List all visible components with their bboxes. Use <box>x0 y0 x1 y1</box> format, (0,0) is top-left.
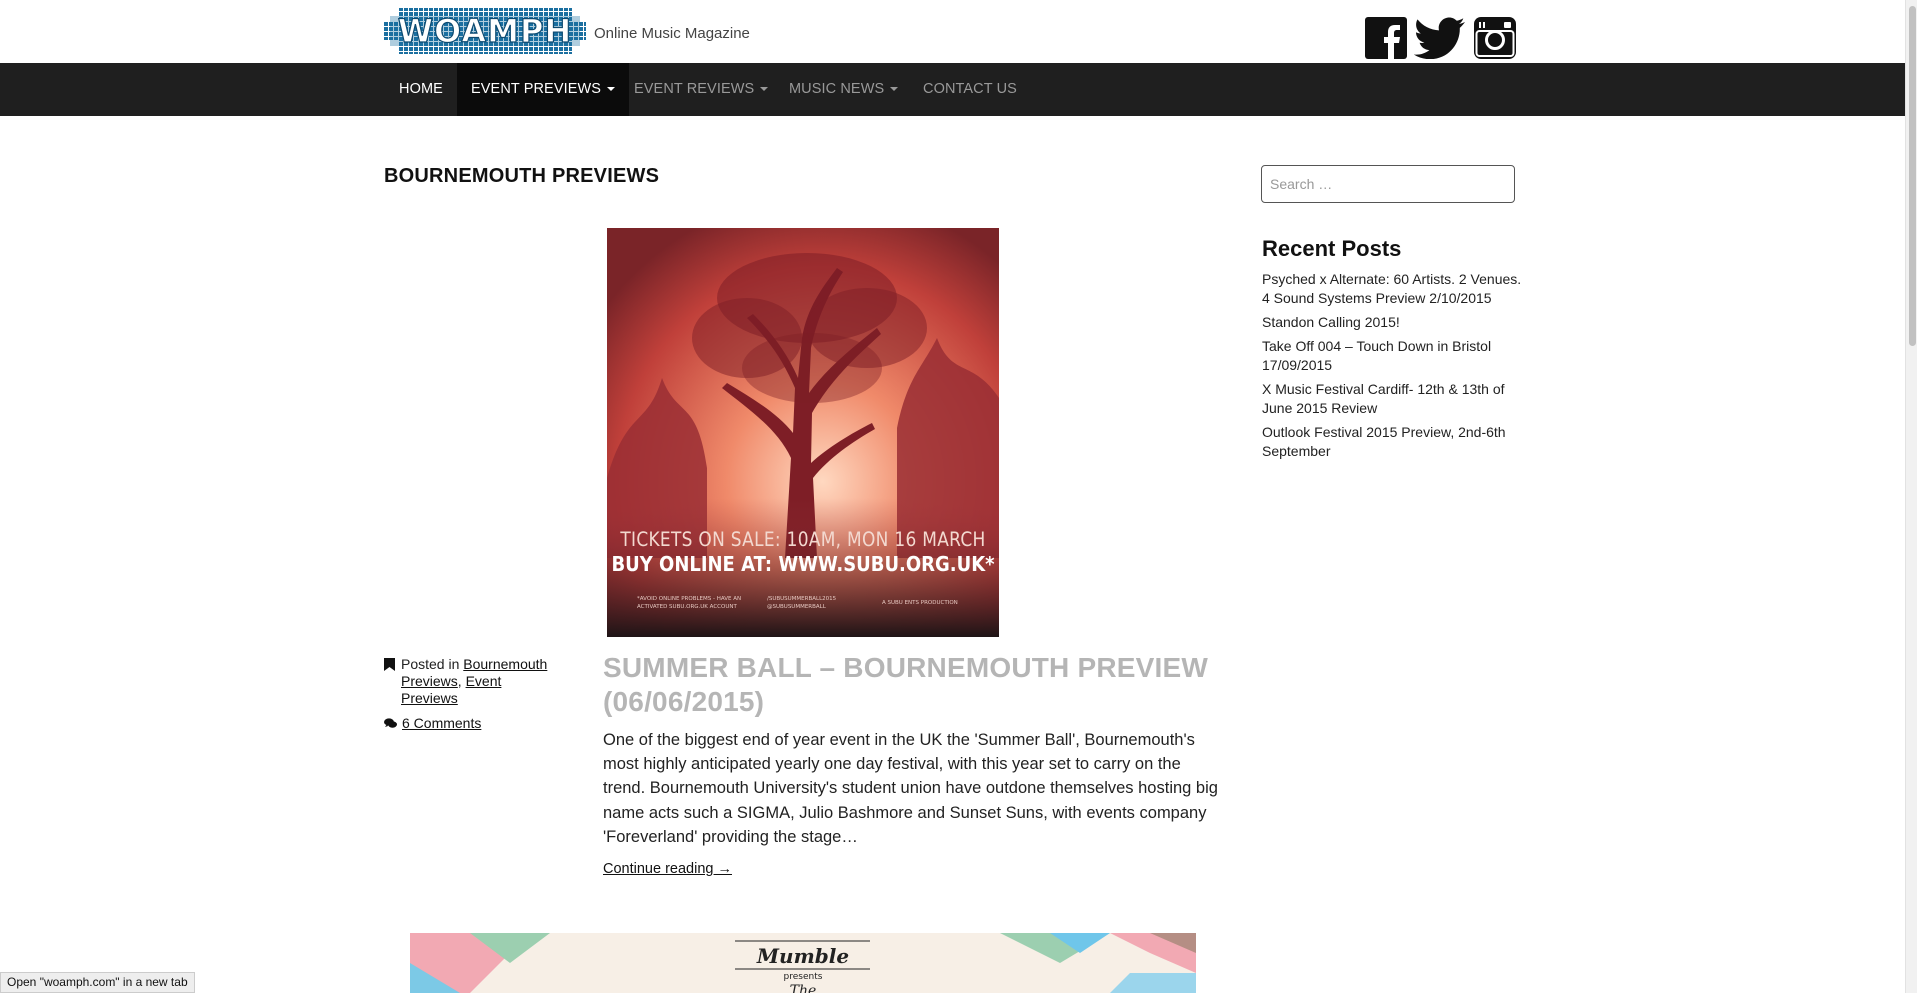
recent-post-link[interactable]: Psyched x Alternate: 60 Artists. 2 Venue… <box>1262 270 1522 308</box>
recent-post-link[interactable]: Take Off 004 – Touch Down in Bristol 17/… <box>1262 337 1522 375</box>
recent-posts-list: Psyched x Alternate: 60 Artists. 2 Venue… <box>1262 270 1522 466</box>
nav-music-news[interactable]: MUSIC NEWS <box>775 63 912 116</box>
posted-in-label: Posted in <box>401 656 460 672</box>
continue-reading-link[interactable]: Continue reading → <box>603 861 732 877</box>
facebook-icon[interactable] <box>1365 17 1407 59</box>
caret-down-icon <box>607 87 616 92</box>
main-navigation: HOME EVENT PREVIEWS EVENT REVIEWS MUSIC … <box>0 63 1905 116</box>
nav-contact-us[interactable]: CONTACT US <box>909 63 1031 116</box>
svg-text:The: The <box>790 983 817 993</box>
svg-text:@SUBUSUMMERBALL: @SUBUSUMMERBALL <box>767 604 827 610</box>
svg-text:/SUBUSUMMERBALL2015: /SUBUSUMMERBALL2015 <box>767 596 837 602</box>
vertical-scrollbar[interactable] <box>1905 0 1917 993</box>
recent-post-link[interactable]: X Music Festival Cardiff- 12th & 13th of… <box>1262 380 1522 418</box>
site-header: WOAMPH Online Music Magazine <box>0 0 1905 63</box>
site-logo[interactable]: WOAMPH <box>384 2 586 60</box>
svg-text:ACTIVATED SUBU.ORG.UK ACCOUNT: ACTIVATED SUBU.ORG.UK ACCOUNT <box>637 604 737 610</box>
browser-status-bar: Open "woamph.com" in a new tab <box>0 972 195 993</box>
nav-event-reviews[interactable]: EVENT REVIEWS <box>620 63 782 116</box>
scrollbar-thumb[interactable] <box>1909 6 1916 346</box>
bookmark-icon <box>384 658 395 671</box>
svg-text:presents: presents <box>784 972 823 982</box>
site-tagline: Online Music Magazine <box>594 25 750 42</box>
search-input[interactable] <box>1261 165 1515 203</box>
post-featured-image[interactable]: TICKETS ON SALE: 10AM, MON 16 MARCH BUY … <box>607 228 999 637</box>
instagram-icon[interactable] <box>1474 17 1516 59</box>
page-title: BOURNEMOUTH PREVIEWS <box>384 165 660 187</box>
svg-text:*AVOID ONLINE PROBLEMS - HAVE: *AVOID ONLINE PROBLEMS - HAVE AN <box>637 596 741 602</box>
post-meta: Posted in Bournemouth Previews, Event Pr… <box>384 656 559 732</box>
caret-down-icon <box>760 87 769 92</box>
recent-post-link[interactable]: Outlook Festival 2015 Preview, 2nd-6th S… <box>1262 423 1522 461</box>
nav-home[interactable]: HOME <box>385 63 457 116</box>
nav-event-previews[interactable]: EVENT PREVIEWS <box>457 63 630 116</box>
caret-down-icon <box>890 87 899 92</box>
recent-post-link[interactable]: Standon Calling 2015! <box>1262 313 1522 332</box>
svg-text:Mumble: Mumble <box>756 944 849 968</box>
svg-text:WOAMPH: WOAMPH <box>398 12 572 50</box>
twitter-icon[interactable] <box>1414 17 1466 59</box>
svg-text:TICKETS ON SALE: 10AM, MON 16: TICKETS ON SALE: 10AM, MON 16 MARCH <box>619 529 985 551</box>
post-title[interactable]: SUMMER BALL – BOURNEMOUTH PREVIEW (06/06… <box>603 651 1223 719</box>
next-post-image[interactable]: Mumble presents The <box>410 933 1196 993</box>
svg-text:BUY ONLINE AT: WWW.SUBU.ORG.UK: BUY ONLINE AT: WWW.SUBU.ORG.UK* <box>611 552 994 577</box>
comments-link[interactable]: 6 Comments <box>402 715 481 732</box>
recent-posts-heading: Recent Posts <box>1262 236 1402 261</box>
comments-icon <box>384 718 397 728</box>
post-excerpt: One of the biggest end of year event in … <box>603 731 1218 846</box>
svg-text:A SUBU ENTS PRODUCTION: A SUBU ENTS PRODUCTION <box>882 600 958 606</box>
